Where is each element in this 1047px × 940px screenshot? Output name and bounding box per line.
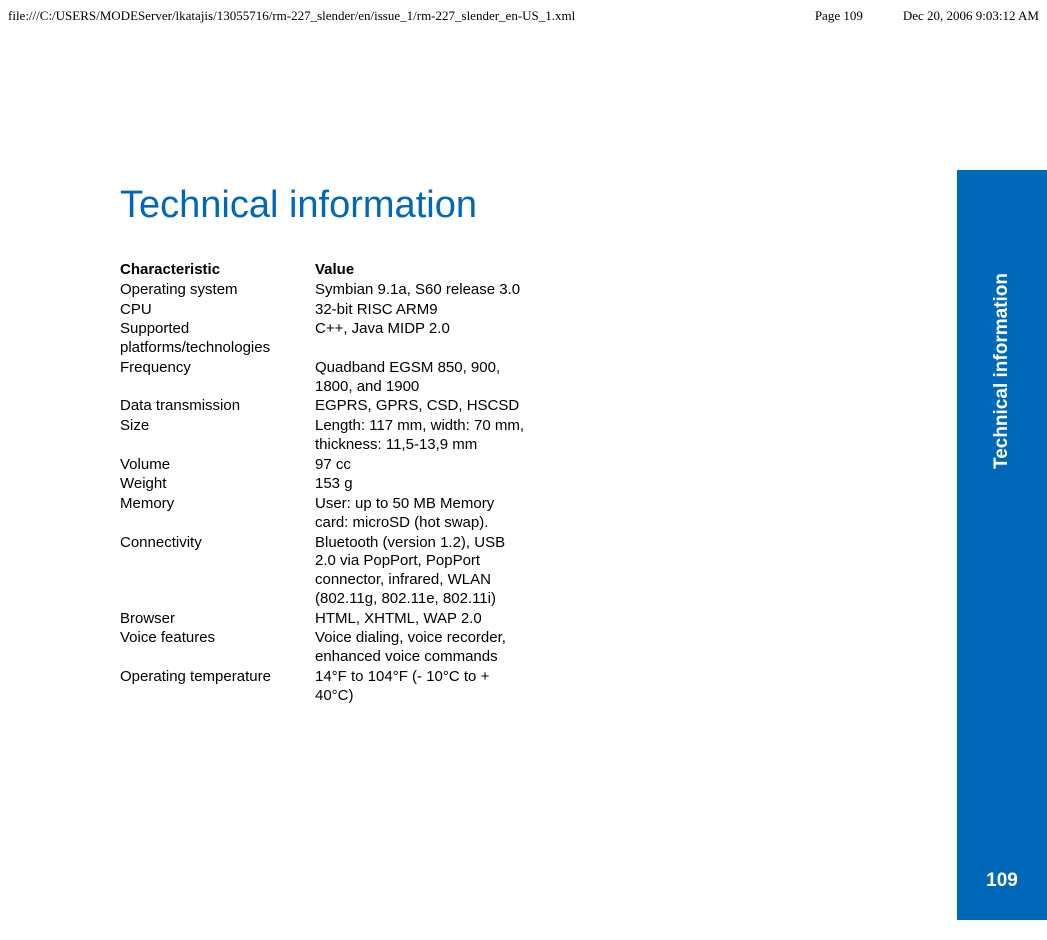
table-header-characteristic: Characteristic [120,261,315,281]
spec-table: Characteristic Value Operating systemSym… [120,261,525,706]
side-tab-page-number: 109 [957,870,1047,892]
table-row: SizeLength: 117 mm, width: 70 mm, thickn… [120,417,525,456]
table-header-value: Value [315,261,525,281]
table-row: FrequencyQuadband EGSM 850, 900, 1800, a… [120,359,525,398]
spec-label: Weight [120,475,315,495]
side-tab: Technical information 109 [957,170,1047,920]
spec-value: C++, Java MIDP 2.0 [315,320,525,359]
table-row: Supported platforms/technologiesC++, Jav… [120,320,525,359]
spec-value: Quadband EGSM 850, 900, 1800, and 1900 [315,359,525,398]
table-row: Operating temperature14°F to 104°F (- 10… [120,668,525,707]
table-row: Voice featuresVoice dialing, voice recor… [120,629,525,668]
table-row: MemoryUser: up to 50 MB Memory card: mic… [120,495,525,534]
spec-value: 14°F to 104°F (- 10°C to + 40°C) [315,668,525,707]
spec-value: Voice dialing, voice recorder, enhanced … [315,629,525,668]
table-row: ConnectivityBluetooth (version 1.2), USB… [120,534,525,610]
spec-label: Browser [120,610,315,630]
spec-label: Supported platforms/technologies [120,320,315,359]
header-right-group: Page 109 Dec 20, 2006 9:03:12 AM [815,8,1039,24]
spec-label: Volume [120,456,315,476]
table-header-row: Characteristic Value [120,261,525,281]
spec-value: Bluetooth (version 1.2), USB 2.0 via Pop… [315,534,525,610]
file-path: file:///C:/USERS/MODEServer/lkatajis/130… [8,8,575,24]
spec-value: User: up to 50 MB Memory card: microSD (… [315,495,525,534]
table-row: CPU32-bit RISC ARM9 [120,301,525,321]
table-row: Weight153 g [120,475,525,495]
spec-value: 97 cc [315,456,525,476]
spec-value: Symbian 9.1a, S60 release 3.0 [315,281,525,301]
spec-label: Operating system [120,281,315,301]
spec-label: Operating temperature [120,668,315,707]
spec-label: Voice features [120,629,315,668]
table-row: Data transmissionEGPRS, GPRS, CSD, HSCSD [120,397,525,417]
spec-label: Size [120,417,315,456]
spec-label: Frequency [120,359,315,398]
page-indicator: Page 109 [815,8,863,24]
spec-value: HTML, XHTML, WAP 2.0 [315,610,525,630]
spec-label: Data transmission [120,397,315,417]
spec-value: Length: 117 mm, width: 70 mm, thickness:… [315,417,525,456]
print-header: file:///C:/USERS/MODEServer/lkatajis/130… [0,0,1047,24]
table-row: Volume97 cc [120,456,525,476]
spec-value: 32-bit RISC ARM9 [315,301,525,321]
table-row: BrowserHTML, XHTML, WAP 2.0 [120,610,525,630]
spec-label: Connectivity [120,534,315,610]
spec-value: 153 g [315,475,525,495]
table-row: Operating systemSymbian 9.1a, S60 releas… [120,281,525,301]
timestamp: Dec 20, 2006 9:03:12 AM [903,8,1039,24]
spec-value: EGPRS, GPRS, CSD, HSCSD [315,397,525,417]
spec-label: Memory [120,495,315,534]
page-body: Technical information Characteristic Val… [0,24,1047,706]
side-tab-label: Technical information [991,273,1013,469]
spec-label: CPU [120,301,315,321]
page-title: Technical information [120,184,1047,227]
